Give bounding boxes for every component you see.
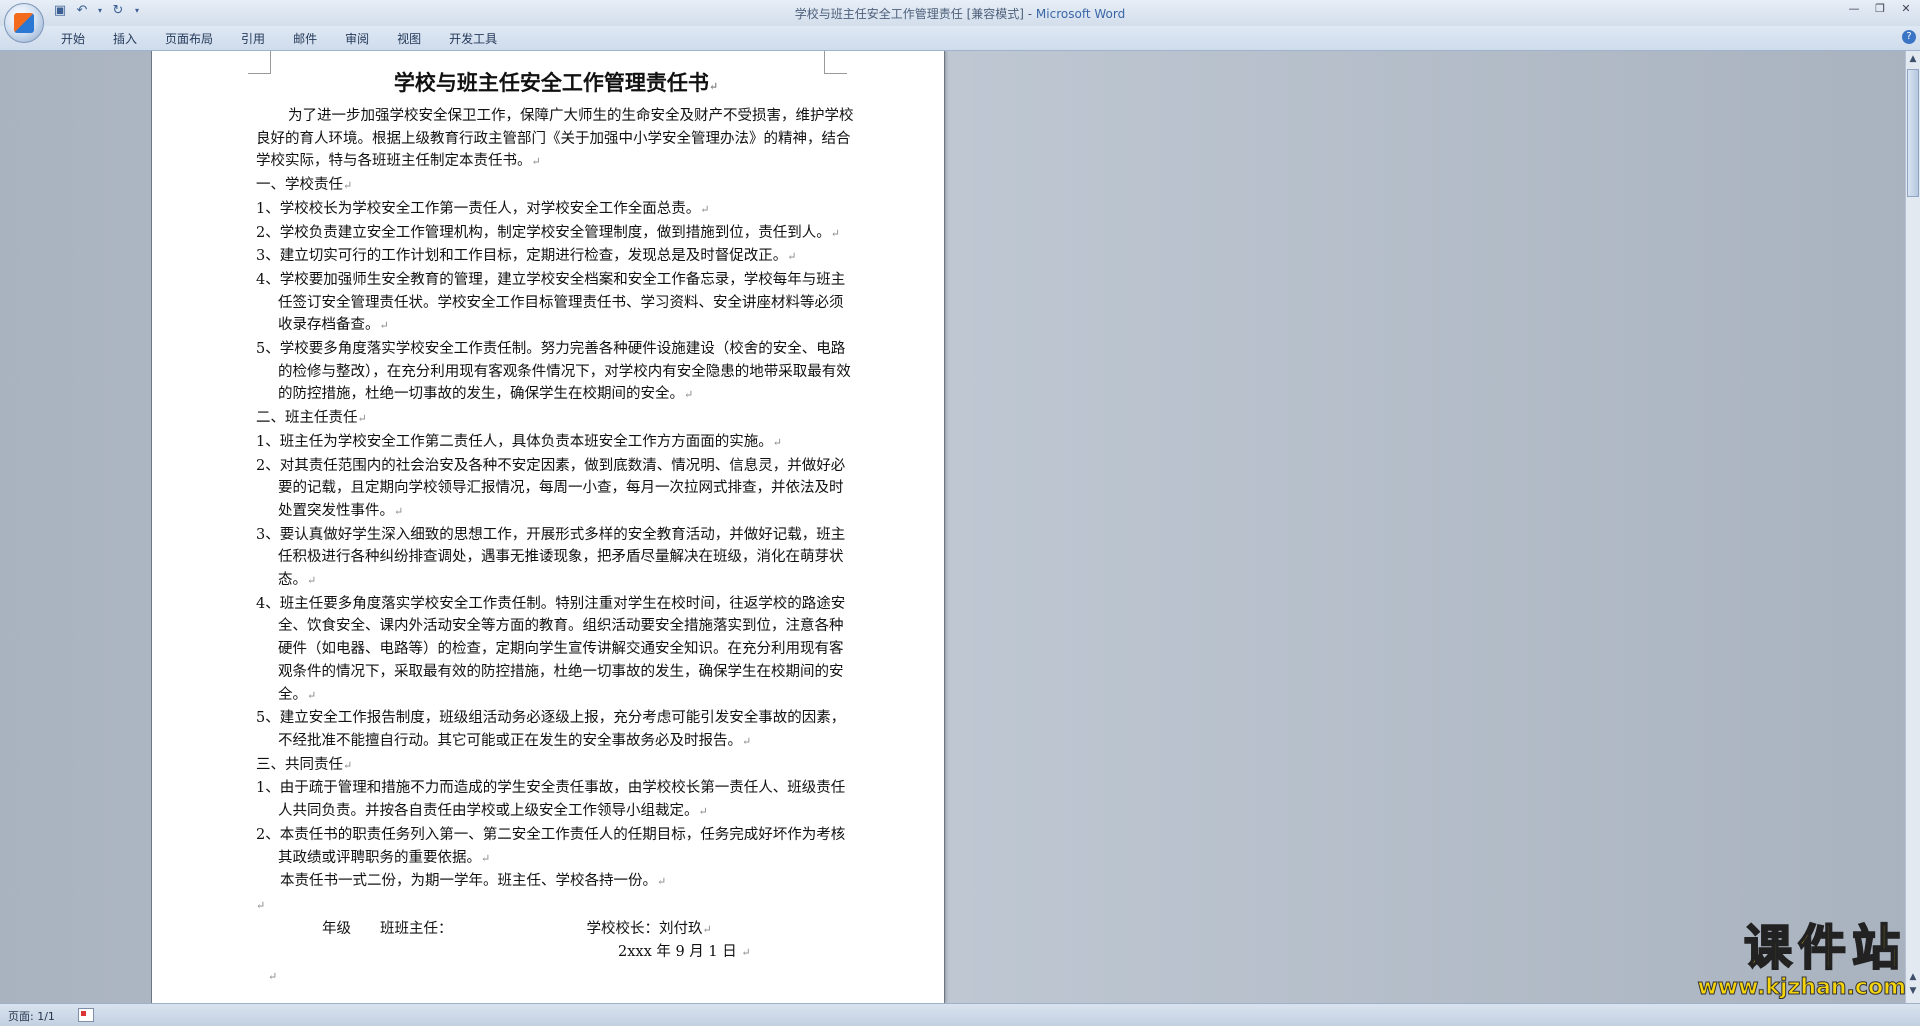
list-item: 1、学校校长为学校安全工作第一责任人，对学校安全工作全面总责。↵ bbox=[256, 200, 710, 217]
office-logo-icon bbox=[14, 13, 34, 33]
prev-page-icon[interactable]: ▲ bbox=[1907, 971, 1919, 983]
document-heading: 学校与班主任安全工作管理责任书↵ bbox=[393, 70, 719, 95]
scroll-up-icon[interactable]: ▲ bbox=[1907, 53, 1919, 65]
next-page-icon[interactable]: ▼ bbox=[1907, 985, 1919, 997]
document-workspace: 学校与班主任安全工作管理责任书↵ 为了进一步加强学校安全保卫工作，保障广大师生的… bbox=[0, 51, 1906, 1003]
list-item: 5、学校要多角度落实学校安全工作责任制。努力完善各种硬件设施建设（校舍的安全、电… bbox=[256, 341, 851, 403]
watermark-url: www.kjzhan.com bbox=[1697, 975, 1907, 1000]
closing-paragraph: 本责任书一式二份，为期一学年。班主任、学校各持一份。↵ bbox=[280, 873, 667, 890]
tab-insert[interactable]: 插入 bbox=[113, 30, 137, 47]
section-heading-3: 三、共同责任↵ bbox=[256, 756, 353, 773]
close-icon[interactable]: ✕ bbox=[1898, 2, 1914, 16]
scrollbar-thumb[interactable] bbox=[1907, 69, 1919, 197]
tab-review[interactable]: 审阅 bbox=[345, 30, 369, 47]
site-watermark: 课件站 www.kjzhan.com bbox=[1676, 919, 1907, 1002]
minimize-icon[interactable]: — bbox=[1846, 2, 1862, 16]
signature-line: 年级 班班主任： 学校校长：刘付玖↵ bbox=[256, 918, 856, 942]
empty-paragraph: ↵ bbox=[256, 898, 266, 912]
section-heading-2: 二、班主任责任↵ bbox=[256, 410, 367, 427]
window-title: 学校与班主任安全工作管理责任 [兼容模式] - Microsoft Word bbox=[0, 5, 1920, 22]
signature-left: 年级 班班主任： bbox=[322, 920, 453, 937]
watermark-title: 课件站 bbox=[1743, 919, 1906, 977]
signature-right: 学校校长：刘付玖 bbox=[586, 920, 703, 937]
list-item: 4、班主任要多角度落实学校安全工作责任制。特别注重对学生在校时间，往返学校的路途… bbox=[256, 595, 846, 703]
help-icon[interactable]: ? bbox=[1902, 30, 1916, 44]
intro-paragraph: 为了进一步加强学校安全保卫工作，保障广大师生的生命安全及财产不受损害，维护学校良… bbox=[256, 108, 854, 170]
tab-references[interactable]: 引用 bbox=[241, 30, 265, 47]
document-title: 学校与班主任安全工作管理责任 [兼容模式] - bbox=[794, 7, 1036, 21]
list-item: 1、班主任为学校安全工作第二责任人，具体负责本班安全工作方方面面的实施。↵ bbox=[256, 433, 782, 450]
document-page[interactable]: 学校与班主任安全工作管理责任书↵ 为了进一步加强学校安全保卫工作，保障广大师生的… bbox=[152, 51, 944, 1003]
window-controls: — ❐ ✕ bbox=[1846, 2, 1914, 16]
ribbon-tabs: 开始 插入 页面布局 引用 邮件 审阅 视图 开发工具 ? bbox=[0, 26, 1920, 51]
tab-page-layout[interactable]: 页面布局 bbox=[165, 30, 213, 47]
page-count-status[interactable]: 页面: 1/1 bbox=[8, 1008, 55, 1024]
list-item: 5、建立安全工作报告制度，班级组活动务必逐级上报，充分考虑可能引发安全事故的因素… bbox=[256, 710, 846, 749]
list-item: 2、对其责任范围内的社会治安及各种不安定因素，做到底数清、情况明、信息灵，并做好… bbox=[256, 457, 846, 519]
app-name: Microsoft Word bbox=[1035, 7, 1126, 21]
maximize-icon[interactable]: ❐ bbox=[1872, 2, 1888, 16]
list-item: 1、由于疏于管理和措施不力而造成的学生安全责任事故，由学校校长第一责任人、班级责… bbox=[256, 780, 846, 820]
document-body[interactable]: 学校与班主任安全工作管理责任书↵ 为了进一步加强学校安全保卫工作，保障广大师生的… bbox=[256, 67, 856, 989]
title-bar: ▣ ↶ ▾ ↻ ▾ 学校与班主任安全工作管理责任 [兼容模式] - Micros… bbox=[0, 0, 1920, 26]
proofing-icon[interactable] bbox=[78, 1008, 94, 1022]
tab-developer[interactable]: 开发工具 bbox=[449, 30, 497, 47]
vertical-scrollbar[interactable]: ▲ ▲ ▼ bbox=[1905, 51, 1920, 1003]
list-item: 2、学校负责建立安全工作管理机构，制定学校安全管理制度，做到措施到位，责任到人。… bbox=[256, 224, 840, 241]
list-item: 2、本责任书的职责任务列入第一、第二安全工作责任人的任期目标，任务完成好坏作为考… bbox=[256, 826, 846, 866]
list-item: 4、学校要加强师生安全教育的管理，建立学校安全档案和安全工作备忘录，学校每年与班… bbox=[256, 271, 846, 334]
list-item: 3、要认真做好学生深入细致的思想工作，开展形式多样的安全教育活动，并做好记载，班… bbox=[256, 526, 846, 589]
tab-view[interactable]: 视图 bbox=[397, 30, 421, 47]
empty-paragraph: ↵ bbox=[268, 970, 278, 984]
office-button[interactable] bbox=[4, 3, 44, 43]
list-item: 3、建立切实可行的工作计划和工作目标，定期进行检查，发现总是及时督促改正。↵ bbox=[256, 248, 797, 265]
tab-mailings[interactable]: 邮件 bbox=[293, 30, 317, 47]
tab-home[interactable]: 开始 bbox=[61, 30, 85, 47]
section-heading-1: 一、学校责任↵ bbox=[256, 177, 353, 194]
date-line: 2xxx 年 9 月 1 日 ↵ bbox=[618, 944, 751, 961]
status-bar: 页面: 1/1 bbox=[0, 1003, 1920, 1026]
